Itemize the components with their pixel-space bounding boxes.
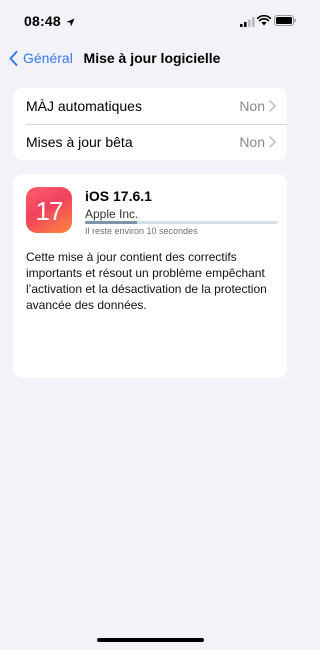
wifi-icon bbox=[256, 13, 272, 31]
cellular-signal-icon bbox=[240, 14, 255, 32]
update-name: iOS 17.6.1 bbox=[85, 188, 152, 204]
progress-fill bbox=[85, 221, 138, 224]
update-settings-group: MÀJ automatiques Non Mises à jour bêta N… bbox=[13, 88, 287, 160]
update-card: 17 iOS 17.6.1 Apple Inc. Il reste enviro… bbox=[13, 174, 287, 378]
beta-updates-row[interactable]: Mises à jour bêta Non bbox=[13, 124, 287, 160]
home-indicator bbox=[97, 638, 204, 642]
download-progress-bar bbox=[85, 221, 278, 224]
time-remaining: Il reste environ 10 secondes bbox=[85, 226, 198, 236]
battery-icon bbox=[274, 13, 296, 31]
chevron-right-icon bbox=[269, 136, 276, 148]
update-description: Cette mise à jour contient des correctif… bbox=[26, 250, 267, 312]
navigation-bar: Général Mise à jour logicielle bbox=[0, 44, 300, 74]
icon-text: 17 bbox=[35, 196, 64, 226]
chevron-right-icon bbox=[269, 100, 276, 112]
row-label: MÀJ automatiques bbox=[26, 98, 142, 114]
row-label: Mises à jour bêta bbox=[26, 134, 133, 150]
ios-17-icon: 17 bbox=[26, 187, 72, 233]
update-vendor: Apple Inc. bbox=[85, 207, 139, 221]
auto-updates-row[interactable]: MÀJ automatiques Non bbox=[13, 88, 287, 124]
row-value: Non bbox=[239, 98, 265, 114]
location-arrow-icon bbox=[66, 14, 75, 32]
page-title: Mise à jour logicielle bbox=[83, 50, 221, 66]
row-value: Non bbox=[239, 134, 265, 150]
status-bar: 08:48 bbox=[0, 0, 300, 44]
status-time: 08:48 bbox=[24, 13, 61, 29]
